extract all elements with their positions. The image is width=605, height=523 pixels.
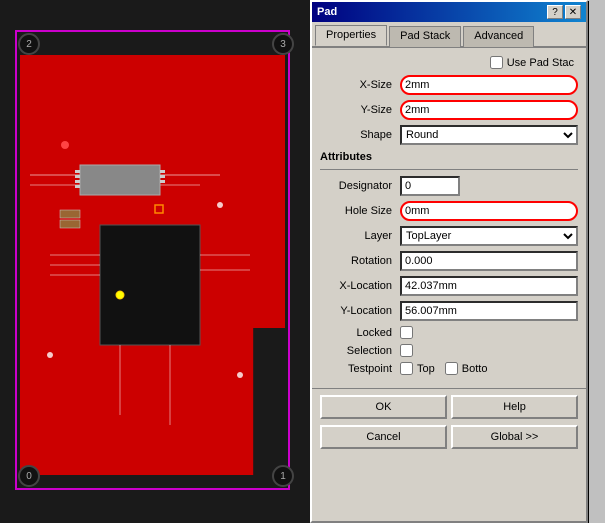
x-size-input[interactable]: [400, 75, 578, 95]
selection-label: Selection: [320, 345, 400, 357]
y-size-input[interactable]: [400, 100, 578, 120]
y-size-label: Y-Size: [320, 104, 400, 116]
shape-row: Shape Round Square Rectangular: [320, 125, 578, 145]
testpoint-botto-checkbox[interactable]: [445, 362, 458, 375]
dialog-buttons-row2: Cancel Global >>: [312, 425, 586, 455]
y-location-label: Y-Location: [320, 305, 400, 317]
shape-label: Shape: [320, 129, 400, 141]
use-padstack-row: Use Pad Stac: [320, 56, 578, 69]
corner-3: 3: [272, 33, 294, 55]
designator-input[interactable]: [400, 176, 460, 196]
dialog-titlebar: Pad ? ✕: [312, 2, 586, 22]
designator-row: Designator: [320, 176, 578, 196]
locked-label: Locked: [320, 327, 400, 339]
tab-bar: Properties Pad Stack Advanced: [312, 22, 586, 48]
pcb-canvas: 2 3 0 1: [0, 0, 310, 523]
corner-2: 2: [18, 33, 40, 55]
selection-row: Selection: [320, 344, 578, 357]
layer-row: Layer TopLayer BottomLayer MultiLayer: [320, 226, 578, 246]
y-location-input[interactable]: [400, 301, 578, 321]
y-location-row: Y-Location: [320, 301, 578, 321]
testpoint-botto-label: Botto: [462, 363, 488, 375]
titlebar-buttons: ? ✕: [547, 5, 581, 19]
locked-row: Locked: [320, 326, 578, 339]
tab-pad-stack[interactable]: Pad Stack: [389, 26, 461, 47]
pad-dialog: Pad ? ✕ Properties Pad Stack Advanced Us…: [310, 0, 588, 523]
x-location-label: X-Location: [320, 280, 400, 292]
dialog-title: Pad: [317, 6, 337, 18]
cancel-button[interactable]: Cancel: [320, 425, 447, 449]
tab-advanced[interactable]: Advanced: [463, 26, 534, 47]
hole-size-input[interactable]: [400, 201, 578, 221]
ok-button[interactable]: OK: [320, 395, 447, 419]
close-button[interactable]: ✕: [565, 5, 581, 19]
pcb-traces: [20, 55, 285, 475]
x-location-input[interactable]: [400, 276, 578, 296]
testpoint-top-checkbox[interactable]: [400, 362, 413, 375]
dialog-content: Use Pad Stac X-Size Y-Size Shape Round S…: [312, 48, 586, 388]
help-button[interactable]: ?: [547, 5, 563, 19]
layer-label: Layer: [320, 230, 400, 242]
hole-size-label: Hole Size: [320, 205, 400, 217]
selection-checkbox[interactable]: [400, 344, 413, 357]
x-size-label: X-Size: [320, 79, 400, 91]
designator-label: Designator: [320, 180, 400, 192]
shape-select[interactable]: Round Square Rectangular: [400, 125, 578, 145]
use-padstack-label: Use Pad Stac: [507, 57, 574, 69]
divider: [320, 169, 578, 170]
testpoint-label: Testpoint: [320, 363, 400, 375]
x-size-row: X-Size: [320, 75, 578, 95]
tab-properties[interactable]: Properties: [315, 25, 387, 46]
rotation-input[interactable]: [400, 251, 578, 271]
x-location-row: X-Location: [320, 276, 578, 296]
attributes-header: Attributes: [320, 151, 578, 163]
dialog-buttons-row1: OK Help: [312, 388, 586, 425]
use-padstack-checkbox[interactable]: [490, 56, 503, 69]
testpoint-checks: Top Botto: [400, 362, 487, 375]
testpoint-top-label: Top: [417, 363, 435, 375]
testpoint-row: Testpoint Top Botto: [320, 362, 578, 375]
hole-size-row: Hole Size: [320, 201, 578, 221]
global-button[interactable]: Global >>: [451, 425, 578, 449]
y-size-row: Y-Size: [320, 100, 578, 120]
help-dialog-button[interactable]: Help: [451, 395, 578, 419]
rotation-row: Rotation: [320, 251, 578, 271]
rotation-label: Rotation: [320, 255, 400, 267]
layer-select[interactable]: TopLayer BottomLayer MultiLayer: [400, 226, 578, 246]
locked-checkbox[interactable]: [400, 326, 413, 339]
